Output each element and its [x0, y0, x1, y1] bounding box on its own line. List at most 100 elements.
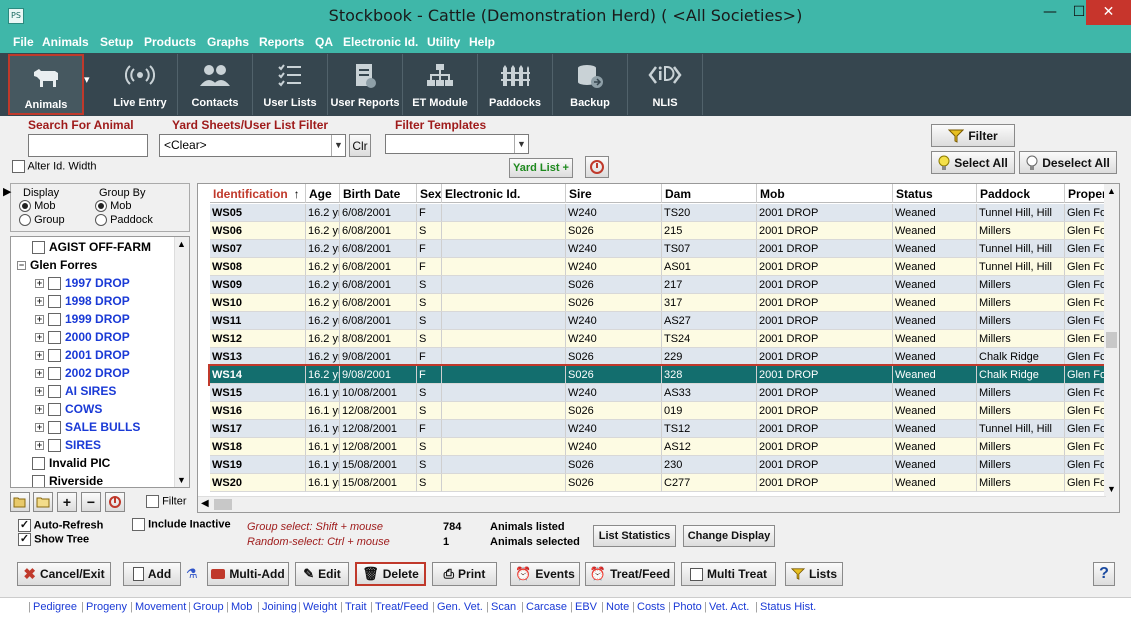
expand-icon[interactable]: + — [35, 350, 44, 360]
expand-icon[interactable]: + — [35, 404, 44, 414]
tree-item-checkbox[interactable] — [48, 402, 61, 416]
tree-item-checkbox[interactable] — [48, 312, 61, 326]
tree-filter-option[interactable]: Filter — [146, 495, 187, 508]
table-row[interactable]: WS10 16.2 yr 6/08/2001 S S026 317 2001 DROP Wea… — [210, 294, 1110, 312]
include-inactive-checkbox[interactable] — [132, 518, 145, 531]
tree-refresh-button[interactable] — [105, 492, 125, 512]
menu-file[interactable]: File — [13, 35, 34, 49]
table-row[interactable]: WS11 16.2 yr 6/08/2001 S W240 AS27 2001 DROP We… — [210, 312, 1110, 330]
detail-link[interactable]: Group — [193, 601, 224, 613]
display-group-radio[interactable] — [19, 214, 31, 227]
table-row[interactable]: WS16 16.1 yr 12/08/2001 S S026 019 2001 DROP We… — [210, 402, 1110, 420]
toolbar-nlis-button[interactable]: NLIS — [628, 54, 703, 115]
tree-item[interactable]: + SALE BULLS — [35, 418, 140, 436]
detail-link[interactable]: Mob — [231, 601, 252, 613]
group-by-mob-option[interactable]: Mob — [95, 200, 131, 213]
menu-reports[interactable]: Reports — [259, 35, 304, 49]
tree-item-checkbox[interactable] — [48, 438, 61, 452]
table-row[interactable]: WS15 16.1 yr 10/08/2001 S W240 AS33 2001 DROP W… — [210, 384, 1110, 402]
column-header[interactable]: Paddock — [977, 184, 1065, 203]
print-button[interactable]: ⎙ Print — [432, 562, 497, 586]
expand-all-button[interactable]: + — [57, 492, 77, 512]
detail-link[interactable]: EBV — [575, 601, 597, 613]
include-inactive-option[interactable]: Include Inactive — [132, 518, 231, 531]
menu-setup[interactable]: Setup — [100, 35, 133, 49]
yard-filter-select[interactable]: <Clear> ▼ — [159, 134, 346, 157]
column-header[interactable]: Identification ↑ — [210, 184, 306, 203]
tree-item[interactable]: +1997 DROP — [35, 274, 130, 292]
toolbar-paddocks-button[interactable]: Paddocks — [478, 54, 553, 115]
table-row[interactable]: WS20 16.1 yr 15/08/2001 S S026 C277 2001 DROP W… — [210, 474, 1110, 492]
lists-button[interactable]: Lists — [785, 562, 843, 586]
expand-icon[interactable]: + — [35, 296, 44, 306]
tree-item[interactable]: +1998 DROP — [35, 292, 130, 310]
filter-button[interactable]: Filter — [931, 124, 1015, 147]
grid-vertical-scrollbar[interactable]: ▲ ▼ — [1104, 184, 1119, 512]
expand-icon[interactable]: + — [35, 386, 44, 396]
detail-link[interactable]: Treat/Feed — [375, 601, 428, 613]
expand-icon[interactable]: + — [35, 314, 44, 324]
table-row[interactable]: WS13 16.2 yr 9/08/2001 F S026 229 2001 DROP Wea… — [210, 348, 1110, 366]
group-by-paddock-radio[interactable] — [95, 214, 107, 227]
events-button[interactable]: ⏰ Events — [510, 562, 580, 586]
change-display-button[interactable]: Change Display — [683, 525, 775, 547]
detail-link[interactable]: Carcase — [526, 601, 567, 613]
help-button[interactable]: ? — [1093, 562, 1115, 586]
expand-icon[interactable]: + — [35, 278, 44, 288]
close-button[interactable]: ✕ — [1086, 0, 1131, 25]
menu-graphs[interactable]: Graphs — [207, 35, 249, 49]
detail-link[interactable]: Scan — [491, 601, 516, 613]
tree-filter-checkbox[interactable] — [146, 495, 159, 508]
refresh-filter-button[interactable] — [585, 156, 609, 178]
detail-link[interactable]: Weight — [303, 601, 337, 613]
table-row[interactable]: WS12 16.2 yr 8/08/2001 S W240 TS24 2001 DROP We… — [210, 330, 1110, 348]
tree-item-checkbox[interactable] — [48, 366, 61, 380]
collapse-all-button[interactable]: − — [81, 492, 101, 512]
select-all-button[interactable]: Select All — [931, 151, 1015, 174]
menu-electronic-id[interactable]: Electronic Id. — [343, 35, 418, 49]
detail-link[interactable]: Pedigree — [33, 601, 77, 613]
table-row[interactable]: WS09 16.2 yr 6/08/2001 S S026 217 2001 DROP Wea… — [210, 276, 1110, 294]
menu-help[interactable]: Help — [469, 35, 495, 49]
menu-qa[interactable]: QA — [315, 35, 333, 49]
tree-item[interactable]: + COWS — [35, 400, 102, 418]
tree-item[interactable]: − Glen Forres — [17, 256, 97, 274]
column-header[interactable]: Status — [893, 184, 977, 203]
table-row[interactable]: WS08 16.2 yr 6/08/2001 F W240 AS01 2001 DROP We… — [210, 258, 1110, 276]
grid-horizontal-scrollbar[interactable]: ◀ — [198, 496, 1106, 512]
column-header[interactable]: Electronic Id. — [442, 184, 566, 203]
folder-button[interactable] — [33, 492, 53, 512]
tree-item-checkbox[interactable] — [48, 330, 61, 344]
menu-utility[interactable]: Utility — [427, 35, 460, 49]
open-folder-button[interactable] — [10, 492, 30, 512]
cancel-exit-button[interactable]: ✖ Cancel/Exit — [17, 562, 111, 586]
add-button[interactable]: Add — [123, 562, 181, 586]
table-row[interactable]: WS05 16.2 yr 6/08/2001 F W240 TS20 2001 DROP We… — [210, 204, 1110, 222]
multi-add-button[interactable]: Multi-Add — [207, 562, 289, 586]
column-header[interactable]: Birth Date — [340, 184, 417, 203]
tree-item[interactable]: +1999 DROP — [35, 310, 130, 328]
auto-refresh-option[interactable]: ✓ Auto-Refresh — [18, 519, 103, 532]
menu-animals[interactable]: Animals — [42, 35, 89, 49]
toolbar-backup-button[interactable]: Backup — [553, 54, 628, 115]
expand-icon[interactable]: + — [35, 422, 44, 432]
display-group-option[interactable]: Group — [19, 214, 65, 227]
column-header[interactable]: Dam — [662, 184, 757, 203]
tree-item-checkbox[interactable] — [48, 294, 61, 308]
deselect-all-button[interactable]: Deselect All — [1019, 151, 1117, 174]
column-header[interactable]: Age — [306, 184, 340, 203]
table-row[interactable]: WS17 16.1 yr 12/08/2001 F W240 TS12 2001 DROP W… — [210, 420, 1110, 438]
group-by-paddock-option[interactable]: Paddock — [95, 214, 153, 227]
tree-item-checkbox[interactable] — [48, 348, 61, 362]
tree-item-checkbox[interactable] — [48, 420, 61, 434]
detail-link[interactable]: Trait — [345, 601, 367, 613]
column-header[interactable]: Mob — [757, 184, 893, 203]
toolbar-contacts-button[interactable]: Contacts — [178, 54, 253, 115]
display-mob-radio[interactable] — [19, 200, 31, 213]
auto-refresh-checkbox[interactable]: ✓ — [18, 519, 31, 532]
filter-templates-select[interactable]: ▼ — [385, 134, 529, 154]
expand-icon[interactable]: + — [35, 368, 44, 378]
tree-item[interactable]: Riverside — [17, 472, 103, 487]
tree-item[interactable]: Invalid PIC — [17, 454, 110, 472]
toolbar-live-entry-button[interactable]: Live Entry — [103, 54, 178, 115]
